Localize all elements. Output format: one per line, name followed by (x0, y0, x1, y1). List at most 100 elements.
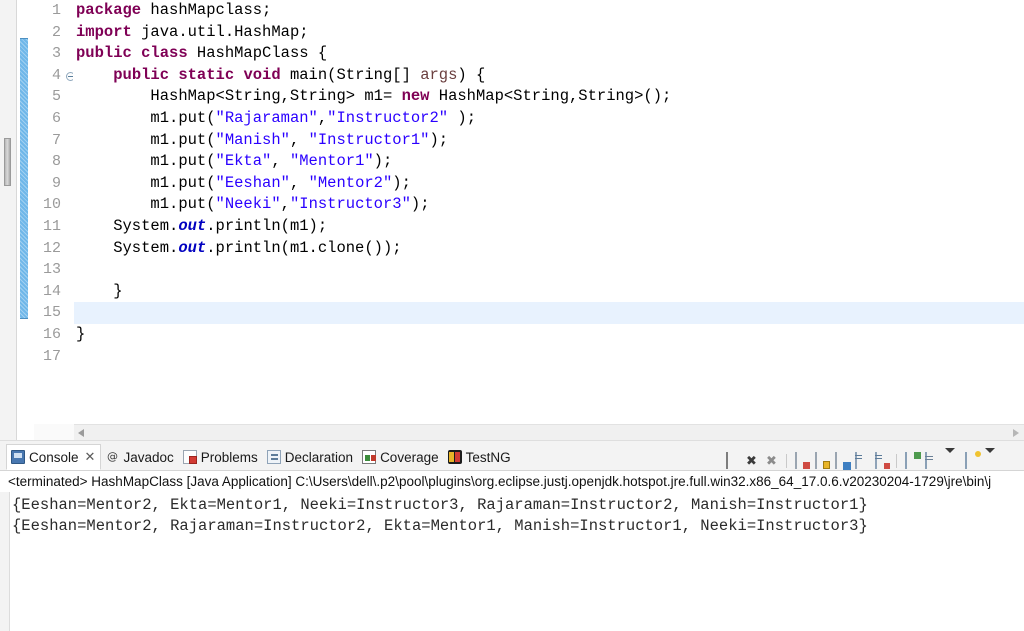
code-token: "Manish" (215, 130, 290, 149)
line-number-gutter[interactable]: 1 2 3 4 5 6 7 8 9 10 11 12 13 14 15 16 17 (29, 0, 75, 424)
code-line-15[interactable] (74, 302, 1024, 324)
code-token: .println(m1); (206, 216, 328, 235)
tab-javadoc[interactable]: @ Javadoc (101, 444, 178, 470)
gutter-line-5[interactable]: 5 (29, 86, 64, 108)
view-restore-handle[interactable] (4, 138, 11, 186)
code-line-9[interactable]: m1.put("Eeshan", "Mentor2"); (74, 173, 1024, 195)
tab-testng[interactable]: TestNG (444, 444, 516, 470)
gutter-line-16[interactable]: 16 (29, 324, 64, 346)
open-console-dropdown[interactable] (983, 447, 1000, 470)
code-line-3[interactable]: public class HashMapClass { (74, 43, 1024, 65)
tab-console[interactable]: Console ✕ (6, 444, 102, 470)
scroll-right-arrow-icon[interactable] (1013, 429, 1019, 437)
remove-launch-button[interactable]: ✖ (743, 453, 760, 470)
code-token: , (280, 195, 290, 214)
show-console-on-stdout-button[interactable] (853, 451, 870, 470)
java-source-editor[interactable]: 1 2 3 4 5 6 7 8 9 10 11 12 13 14 15 16 17 package hashMa… (17, 0, 1024, 440)
code-token: System. (76, 238, 179, 257)
show-console-on-output-button[interactable] (833, 451, 850, 470)
code-token: m1.put( (76, 130, 216, 149)
coverage-icon (362, 450, 377, 464)
code-line-14[interactable]: } (74, 281, 1024, 303)
gutter-line-17[interactable]: 17 (29, 346, 64, 368)
code-canvas[interactable]: package hashMapclass; import java.util.Ha… (74, 0, 1024, 424)
code-token: HashMapClass { (187, 44, 328, 63)
close-icon[interactable]: ✕ (85, 450, 96, 465)
code-token: , (271, 152, 290, 171)
gutter-line-4[interactable]: 4 (29, 65, 75, 87)
code-line-11[interactable]: System.out.println(m1); (74, 216, 1024, 238)
code-token: , (289, 173, 309, 192)
tab-declaration[interactable]: Declaration (263, 444, 358, 470)
code-token: java.util.HashMap; (131, 22, 309, 41)
gutter-line-8[interactable]: 8 (29, 151, 64, 173)
show-console-on-stderr-button[interactable] (873, 451, 890, 470)
gutter-line-14[interactable]: 14 (29, 281, 64, 303)
chevron-down-icon (985, 447, 995, 468)
code-token: HashMap<String,String> m1= (76, 87, 402, 106)
code-line-12[interactable]: System.out.println(m1.clone()); (74, 238, 1024, 260)
gutter-line-10[interactable]: 10 (29, 194, 64, 216)
code-token: public class (76, 44, 188, 63)
code-line-10[interactable]: m1.put("Neeki","Instructor3"); (74, 194, 1024, 216)
collapsed-view-stub-bar[interactable] (0, 0, 17, 440)
stop-square-icon (726, 451, 728, 469)
gutter-line-12[interactable]: 12 (29, 238, 64, 260)
code-line-6[interactable]: m1.put("Rajaraman","Instructor2" ); (74, 108, 1024, 130)
tab-coverage[interactable]: Coverage (358, 444, 444, 470)
gutter-line-1[interactable]: 1 (29, 0, 64, 22)
code-line-2[interactable]: import java.util.HashMap; (74, 22, 1024, 44)
code-line-1[interactable]: package hashMapclass; (74, 0, 1024, 22)
gutter-line-2[interactable]: 2 (29, 22, 64, 44)
clear-console-button[interactable] (793, 451, 810, 470)
gutter-line-6[interactable]: 6 (29, 108, 64, 130)
gutter-line-13[interactable]: 13 (29, 259, 64, 281)
console-output-area[interactable]: {Eeshan=Mentor2, Ekta=Mentor1, Neeki=Ins… (0, 492, 1024, 631)
code-token: ); (392, 173, 411, 192)
console-output-icon (835, 451, 837, 469)
gutter-line-15[interactable]: 15 (29, 302, 64, 324)
gutter-line-7[interactable]: 7 (29, 130, 64, 152)
scroll-left-arrow-icon[interactable] (78, 429, 84, 437)
code-token: "Instructor3" (289, 195, 411, 214)
scroll-lock-button[interactable] (813, 451, 830, 470)
terminate-button[interactable] (723, 451, 740, 470)
code-line-8[interactable]: m1.put("Ekta", "Mentor1"); (74, 151, 1024, 173)
stderr-icon (875, 451, 877, 469)
code-line-17[interactable] (74, 346, 1024, 368)
code-token: .println(m1.clone()); (206, 238, 402, 257)
code-line-16[interactable]: } (74, 324, 1024, 346)
display-selected-console-button[interactable] (923, 451, 940, 470)
code-token: ); (448, 108, 476, 127)
tab-problems[interactable]: Problems (179, 444, 263, 470)
open-console-icon (965, 451, 967, 469)
pin-console-button[interactable] (903, 451, 920, 470)
code-line-13[interactable] (74, 259, 1024, 281)
editor-horizontal-scrollbar[interactable] (74, 424, 1024, 440)
chevron-down-icon (945, 447, 955, 468)
code-token: import (76, 22, 132, 41)
clear-console-icon (795, 451, 797, 469)
console-icon (11, 450, 25, 464)
minimize-view-button[interactable] (1003, 453, 1020, 470)
code-token: ) { (457, 65, 486, 84)
tab-label: Coverage (380, 449, 439, 465)
code-line-7[interactable]: m1.put("Manish", "Instructor1"); (74, 130, 1024, 152)
code-token: "Ekta" (215, 152, 272, 171)
gutter-line-9[interactable]: 9 (29, 173, 64, 195)
open-console-button[interactable] (963, 451, 980, 470)
code-token: HashMap<String,String>(); (429, 87, 672, 106)
console-left-margin (0, 492, 10, 631)
remove-all-launches-button[interactable]: ✖ (763, 453, 780, 470)
change-ruler[interactable] (17, 0, 29, 424)
code-token: out (178, 216, 207, 235)
display-console-dropdown[interactable] (943, 447, 960, 470)
gutter-line-11[interactable]: 11 (29, 216, 64, 238)
gutter-line-3[interactable]: 3 (29, 43, 64, 65)
code-token: main(String[] (280, 65, 421, 84)
code-token: m1.put( (76, 108, 216, 127)
console-view-panel: Console ✕ @ Javadoc Problems Declaration Cover… (0, 440, 1024, 631)
code-line-4[interactable]: public static void main(String[] args) { (74, 65, 1024, 87)
code-line-5[interactable]: HashMap<String,String> m1= new HashMap<S… (74, 86, 1024, 108)
code-token: ); (373, 152, 393, 171)
